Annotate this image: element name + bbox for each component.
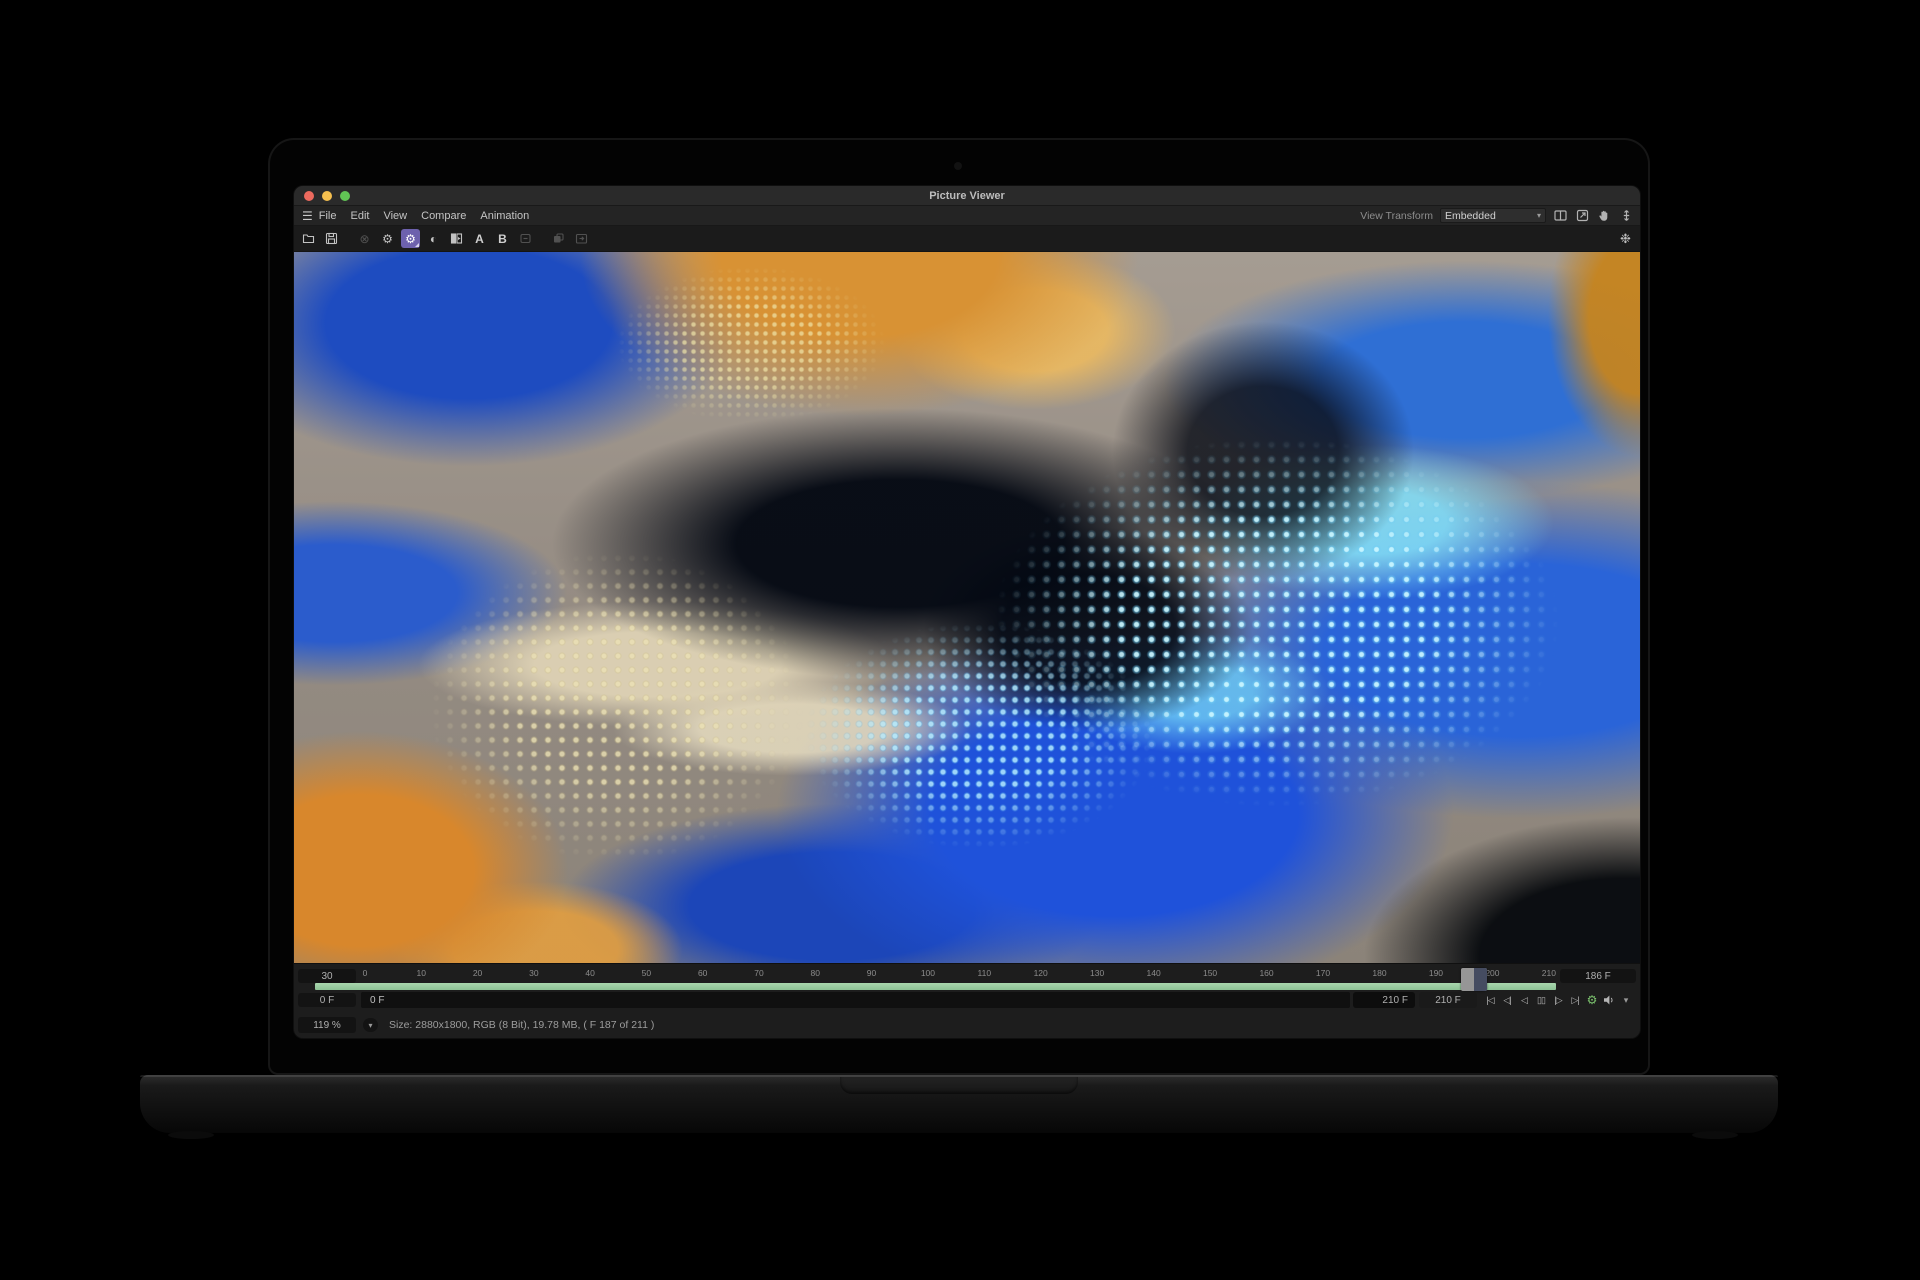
- step-back-button[interactable]: ◁|: [1499, 992, 1515, 1008]
- ruler-tick-label: 30: [529, 968, 539, 978]
- menu-item[interactable]: Animation: [480, 206, 529, 226]
- menu-item[interactable]: View: [383, 206, 407, 226]
- current-frame-field[interactable]: 186 F: [1560, 969, 1636, 983]
- bubble-field-left: [428, 550, 806, 864]
- laptop-base: [140, 1075, 1778, 1139]
- range-start-field[interactable]: 0 F: [298, 993, 356, 1007]
- chevron-down-icon: ▾: [1536, 211, 1541, 220]
- cluster-icon[interactable]: ❉: [1616, 229, 1635, 248]
- image-info-text: Size: 2880x1800, RGB (8 Bit), 19.78 MB, …: [389, 1019, 655, 1031]
- open-folder-icon[interactable]: [299, 229, 318, 248]
- speaker-icon[interactable]: [1601, 992, 1617, 1008]
- ab-swap-icon[interactable]: [447, 229, 466, 248]
- timeline-range-bar[interactable]: [315, 983, 1556, 990]
- ruler-tick-label: 170: [1315, 968, 1331, 978]
- ruler-tick-label: 130: [1090, 968, 1105, 978]
- ruler-tick-label: 120: [1033, 968, 1048, 978]
- anchor-icon[interactable]: [1619, 208, 1634, 223]
- window-title: Picture Viewer: [929, 190, 1005, 202]
- menubar-right: View Transform Embedded ▾: [1360, 208, 1634, 223]
- laptop-foot: [1692, 1131, 1738, 1139]
- menu-item[interactable]: Compare: [421, 206, 466, 226]
- circle-x-icon: ⊗: [359, 231, 370, 246]
- laptop-foot: [168, 1131, 214, 1139]
- ruler-tick-label: 200: [1485, 968, 1500, 978]
- skip-to-start-button[interactable]: |◁: [1482, 992, 1498, 1008]
- copy-layers-icon: [549, 229, 568, 248]
- view-transform-label: View Transform: [1360, 209, 1433, 222]
- preview-range-track[interactable]: 0 F: [361, 992, 1350, 1008]
- framerate-field[interactable]: 30: [298, 969, 356, 983]
- ruler-tick-label: 190: [1428, 968, 1444, 978]
- transport-options-caret[interactable]: ▾: [1618, 992, 1634, 1008]
- timeline-ruler[interactable]: 0 10 20 30 40 50 60 70 80 90 100 110 120 130 140 150 160…: [358, 968, 1556, 980]
- zoom-caret-icon[interactable]: ▾: [363, 1018, 378, 1032]
- image-viewport[interactable]: [294, 252, 1640, 963]
- ruler-tick-label: 40: [585, 968, 595, 978]
- ruler-tick-label: 60: [697, 968, 708, 978]
- split-compare-icon[interactable]: [1553, 208, 1568, 223]
- menubar: ☰ File Edit View Compare Animation View Tran…: [294, 206, 1640, 226]
- ruler-tick-label: 180: [1372, 968, 1387, 978]
- ruler-tick-label: 80: [810, 968, 820, 978]
- transport-controls: |◁ ◁| ◁ ▯▯ |▷ ▷| ⚙ ▾: [1482, 992, 1634, 1008]
- hamburger-icon[interactable]: ☰: [302, 206, 313, 226]
- camera-icon: [954, 162, 962, 170]
- step-forward-button[interactable]: |▷: [1550, 992, 1566, 1008]
- skip-to-end-button[interactable]: ▷|: [1567, 992, 1583, 1008]
- timeline: 30 0 10 20 30 40 50 60 70 80 90 100 110 120 130 140 150…: [294, 963, 1640, 1012]
- compare-a-button[interactable]: A: [470, 229, 489, 248]
- view-transform-value: Embedded: [1445, 209, 1496, 222]
- active-gear-icon[interactable]: ⚙: [401, 229, 420, 248]
- compare-b-button[interactable]: B: [493, 229, 512, 248]
- zoom-level-field[interactable]: 119 %: [298, 1017, 356, 1033]
- detach-window-icon[interactable]: [1575, 208, 1590, 223]
- ruler-tick-label: 20: [472, 968, 483, 978]
- ruler-tick-label: 110: [977, 968, 992, 978]
- bubble-field-center: [805, 621, 1156, 850]
- range-end-field[interactable]: 210 F: [1353, 992, 1415, 1008]
- hand-tool-icon[interactable]: [1597, 208, 1612, 223]
- toolbar: ⊗ ⚙ ⚙ ◐ A B ❉: [294, 226, 1640, 252]
- ruler-tick-label: 210: [1541, 968, 1556, 978]
- ruler-tick-label: 50: [641, 968, 652, 978]
- ruler-tick-label: 100: [920, 968, 935, 978]
- menu-item[interactable]: File: [319, 206, 337, 226]
- ruler-tick-label: 140: [1146, 968, 1161, 978]
- view-transform-select[interactable]: Embedded ▾: [1440, 208, 1546, 223]
- transport-buttons: |◁ ◁| ◁ ▯▯ |▷ ▷|: [1482, 992, 1583, 1008]
- ruler-tick-label: 10: [416, 968, 427, 978]
- link-ab-icon: [516, 229, 535, 248]
- laptop-screen: Picture Viewer ☰ File Edit View Compare Anim…: [268, 138, 1650, 1075]
- ruler-tick-label: 160: [1259, 968, 1274, 978]
- statusbar: 119 % ▾ Size: 2880x1800, RGB (8 Bit), 19…: [294, 1012, 1640, 1038]
- bubble-field-top: [617, 266, 887, 423]
- playhead-handle[interactable]: [1461, 968, 1487, 991]
- menu-item[interactable]: Edit: [351, 206, 370, 226]
- render-settings-gear-icon[interactable]: ⚙: [378, 229, 397, 248]
- render-gear-icon[interactable]: ⚙: [1584, 992, 1600, 1008]
- play-reverse-button[interactable]: ◁: [1516, 992, 1532, 1008]
- ruler-tick-label: 0: [362, 968, 368, 978]
- export-icon: [572, 229, 591, 248]
- ruler-tick-label: 90: [866, 968, 877, 978]
- titlebar: Picture Viewer: [294, 186, 1640, 206]
- lid-notch: [840, 1077, 1078, 1094]
- menu-list: File Edit View Compare Animation: [319, 206, 530, 226]
- picture-viewer-window: Picture Viewer ☰ File Edit View Compare Anim…: [294, 186, 1640, 1038]
- ruler-tick-label: 150: [1202, 968, 1218, 978]
- pause-button[interactable]: ▯▯: [1533, 992, 1549, 1008]
- preview-start-label: 0 F: [370, 994, 385, 1006]
- contrast-icon[interactable]: ◐: [424, 229, 443, 248]
- save-icon[interactable]: [322, 229, 341, 248]
- preview-end-field[interactable]: 210 F: [1419, 992, 1477, 1008]
- ruler-tick-label: 70: [754, 968, 764, 978]
